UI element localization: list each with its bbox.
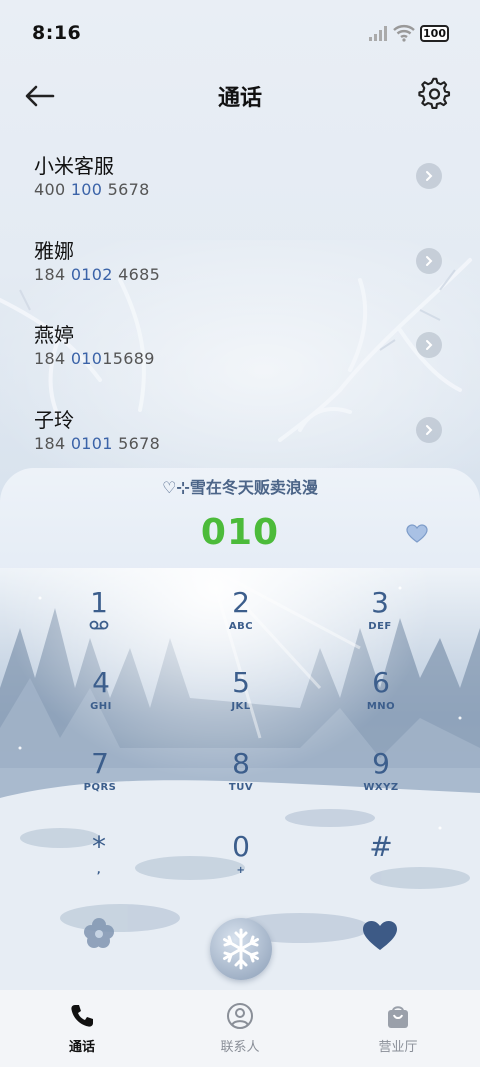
nav-item-calls[interactable]: 通话	[22, 1002, 142, 1055]
page-title: 通话	[217, 86, 262, 111]
key-9[interactable]: 9 WXYZ	[331, 747, 431, 819]
key-6[interactable]: 6 MNO	[331, 666, 431, 738]
call-button[interactable]	[210, 918, 272, 980]
contact-number: 400 100 5678	[34, 180, 150, 199]
header: 通话	[0, 66, 480, 124]
contact-number: 184 0102 4685	[34, 264, 161, 284]
cellular-signal-icon	[369, 26, 387, 41]
voicemail-icon	[89, 620, 109, 630]
dialer-slogan: ♡⊹雪在冬天贩卖浪漫	[162, 478, 318, 497]
chevron-right-icon	[426, 424, 433, 435]
contact-number: 184 0101 5678	[34, 433, 161, 453]
contact-number: 184 01015689	[34, 349, 155, 368]
contact-detail-button[interactable]	[416, 247, 442, 274]
contact-name: 小米客服	[34, 154, 114, 178]
key-4[interactable]: 4 GHI	[51, 666, 151, 738]
key-8[interactable]: 8 TUV	[191, 747, 291, 819]
wifi-icon	[393, 25, 415, 42]
contact-item[interactable]: 子玲 184 0101 5678	[0, 394, 480, 479]
key-1[interactable]: 1	[49, 586, 149, 658]
contact-item[interactable]: 雅娜 184 0102 4685	[0, 225, 480, 310]
key-7[interactable]: 7 PQRS	[50, 747, 150, 819]
settings-button[interactable]	[416, 76, 452, 112]
key-digit: *	[92, 830, 106, 863]
contact-name: 子玲	[34, 407, 74, 432]
key-digit: 1	[90, 586, 108, 619]
nav-label: 联系人	[220, 1040, 260, 1055]
key-letters: WXYZ	[363, 782, 399, 793]
key-0[interactable]: 0 +	[191, 830, 291, 902]
key-letters: JKL	[231, 701, 251, 712]
bag-icon	[388, 1006, 408, 1028]
key-letters: ,	[96, 865, 102, 876]
key-digit: 4	[92, 666, 110, 699]
contact-item[interactable]: 燕婷 184 01015689	[0, 309, 480, 394]
gear-icon	[418, 77, 451, 110]
nav-item-contacts[interactable]: 联系人	[180, 1002, 300, 1055]
nav-label: 通话	[68, 1040, 95, 1055]
chevron-right-icon	[426, 171, 433, 181]
key-digit: 9	[372, 747, 390, 780]
contact-name: 燕婷	[34, 323, 74, 347]
key-digit: 0	[232, 830, 250, 863]
chevron-right-icon	[426, 255, 433, 266]
key-digit: 5	[232, 666, 250, 699]
heart-icon[interactable]	[362, 920, 398, 952]
contact-name: 雅娜	[34, 238, 74, 263]
battery-indicator: 100	[420, 25, 449, 42]
snowflake-icon	[223, 928, 259, 970]
key-letters: GHI	[90, 701, 112, 712]
nav-item-service-hall[interactable]: 营业厅	[338, 1002, 458, 1055]
status-bar: 8:16 100	[0, 0, 480, 66]
key-digit: #	[369, 830, 393, 863]
contact-detail-button[interactable]	[416, 416, 442, 443]
contact-item[interactable]: 小米客服 400 100 5678	[0, 140, 480, 225]
phone-icon	[71, 1005, 93, 1027]
key-letters: TUV	[228, 782, 254, 793]
contact-list: 小米客服 400 100 5678 雅娜 184 0102 4685 燕婷 18…	[0, 140, 480, 478]
contact-detail-button[interactable]	[416, 332, 442, 358]
key-2[interactable]: 2 ABC	[191, 586, 291, 658]
key-digit: 2	[232, 586, 250, 619]
key-letters: PQRS	[83, 782, 117, 793]
flower-icon[interactable]	[82, 916, 116, 950]
key-letters: DEF	[368, 621, 392, 632]
key-letters: +	[236, 865, 246, 876]
key-digit: 8	[232, 747, 250, 780]
key-letters: ABC	[228, 621, 254, 632]
person-icon	[227, 1003, 253, 1029]
key-digit: 7	[91, 747, 109, 780]
key-3[interactable]: 3 DEF	[330, 586, 430, 658]
key-star[interactable]: * ,	[49, 830, 149, 902]
key-digit: 3	[371, 586, 389, 619]
dial-panel: ♡⊹雪在冬天贩卖浪漫 010 1 2 ABC 3 DEF 4 GHI 5 JKL…	[0, 468, 480, 990]
heart-icon[interactable]	[406, 524, 428, 544]
nav-label: 营业厅	[378, 1040, 418, 1055]
contact-detail-button[interactable]	[416, 163, 442, 189]
bottom-navigation: 通话 联系人 营业厅	[0, 990, 480, 1067]
chevron-right-icon	[426, 340, 433, 350]
key-letters: MNO	[366, 701, 396, 712]
key-hash[interactable]: #	[331, 830, 431, 902]
key-digit: 6	[372, 666, 390, 699]
status-time: 8:16	[32, 22, 82, 44]
key-5[interactable]: 5 JKL	[191, 666, 291, 738]
